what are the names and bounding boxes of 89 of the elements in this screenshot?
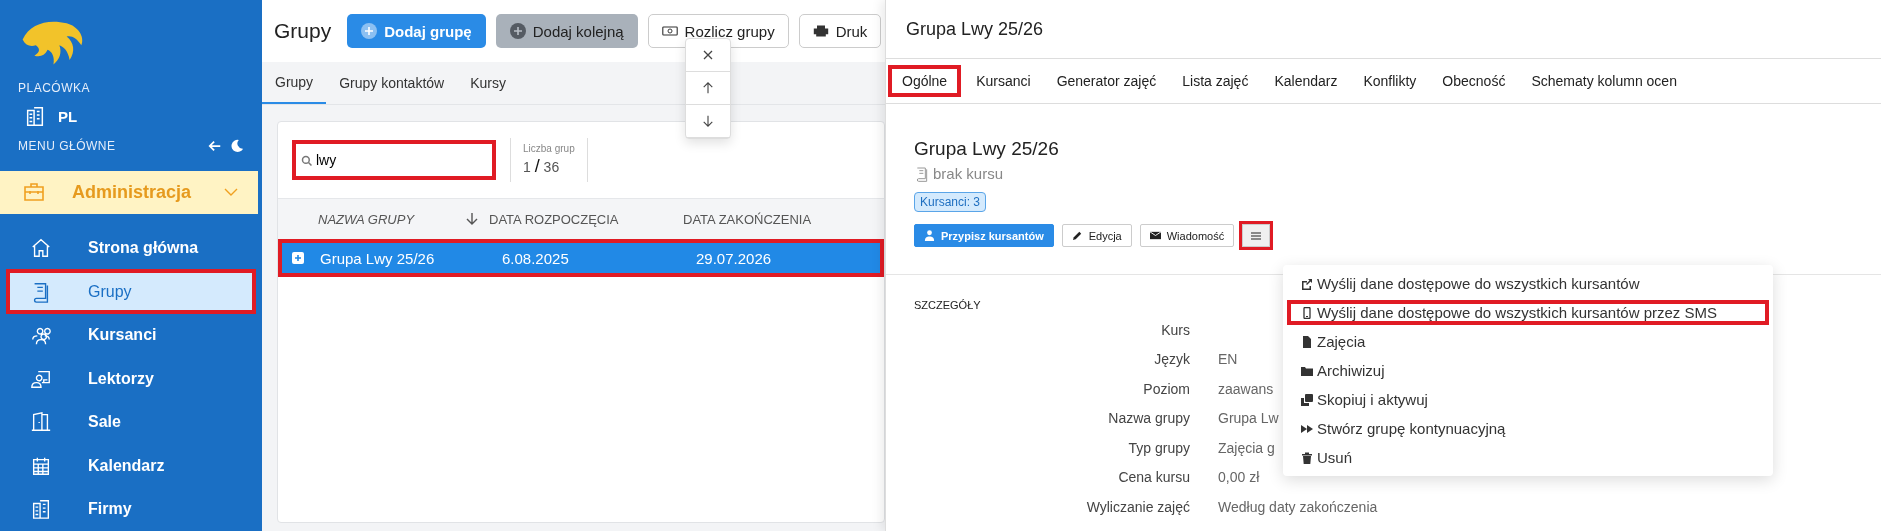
copy-icon [1301,393,1313,406]
building-icon [24,105,46,128]
action-button[interactable]: Dodaj grupę [347,14,486,48]
group-name: Grupa Lwy 25/26 [914,138,1059,160]
tab[interactable]: Grupy [262,62,327,104]
table-cell-text: Grupa Lwy 25/26 [320,249,436,267]
phone-icon [1301,306,1313,319]
table-cell-text: 6.08.2025 [502,249,570,267]
action-button[interactable]: Dodaj kolejną [495,14,638,48]
field-value: EN [1218,351,1238,368]
banknote-icon [661,23,678,39]
plus-icon [509,23,526,39]
menu-button[interactable] [1242,224,1271,247]
plus-icon [361,23,378,39]
tab[interactable]: Generator zajęć [1045,65,1168,97]
column-header[interactable]: NAZWA GRUPY [318,211,466,227]
sidebar-item[interactable]: Kursanci [10,316,252,354]
sidebar-item[interactable]: Firmy [10,490,252,529]
sidebar-item[interactable]: Kalendarz [10,446,252,485]
section-label: PLACÓWKA [18,81,91,96]
sort-arrow-icon[interactable] [466,212,478,226]
column-header[interactable]: DATA ZAKOŃCZENIA [683,211,812,227]
table-row[interactable]: Grupa Lwy 25/26 6.08.2025 29.07.2026 [278,239,884,277]
search-icon [301,155,313,167]
field-value: Zajęcia g [1218,439,1275,456]
field-label: Kurs [1160,321,1190,338]
sidebar-item[interactable]: Sale [10,403,252,441]
field-label: Cena kursu [1117,469,1190,486]
branch-name[interactable]: PL [58,107,78,125]
tab[interactable]: Ogólne [888,65,962,97]
field-value: Grupa Lw [1218,410,1279,427]
action-button[interactable]: Wiadomość [1139,224,1235,247]
sidebar-item[interactable]: Lektorzy [10,359,252,398]
tab[interactable]: Kursy [457,62,519,104]
menu-item[interactable]: Wyślij dane dostępowe do wszystkich kursantów przez SMS [1285,298,1771,327]
group-count: 1 / 36 [523,156,561,177]
tab[interactable]: Kursanci [965,65,1042,97]
field-value: 0,00 zł [1218,469,1260,486]
table-cell: 29.07.2026 [696,249,772,267]
envelope-icon [1149,230,1161,241]
tab[interactable]: Obecność [1431,65,1517,97]
expand-icon[interactable] [292,252,304,264]
tab[interactable]: Schematy kolumn ocen [1520,65,1688,97]
menu-item[interactable]: Usuń [1283,443,1773,472]
field-value: zaawans [1218,380,1274,397]
field-label: Typ grupy [1127,439,1190,456]
menu-item[interactable]: Zajęcia [1283,327,1773,356]
forward-icon [1301,422,1313,435]
user-icon [924,230,935,241]
building-icon [30,498,52,521]
book-icon [914,165,930,182]
column-header[interactable]: DATA ROZPOCZĘCIA [489,211,683,227]
file-icon [1301,335,1313,348]
menu-icon [1251,231,1262,240]
arrow-left-icon[interactable] [208,138,222,153]
page-title: Grupy [274,19,332,43]
door-icon [30,411,52,434]
house-icon [30,237,52,259]
pencil-icon [1071,230,1083,241]
field-label: Nazwa grupy [1107,410,1190,427]
action-button[interactable]: Rozlicz grupy [647,14,789,48]
menu-item[interactable]: Stwórz grupę kontynuacyjną [1283,414,1773,443]
moon-icon[interactable] [230,138,244,153]
action-button[interactable]: Edycja [1061,224,1132,247]
student-count-badge: Kursanci: 3 [914,192,987,212]
course-name: brak kursu [933,165,1004,182]
sidebar-item[interactable]: Strona główna [10,229,252,267]
panel-title: Grupa Lwy 25/26 [906,18,1044,40]
tab[interactable]: Konflikty [1352,65,1428,97]
tab[interactable]: Grupy kontaktów [326,62,458,104]
tab[interactable]: Kalendarz [1263,65,1349,97]
share-icon [1301,277,1313,290]
field-label: Poziom [1142,380,1190,397]
action-button[interactable]: Przypisz kursantów [914,224,1054,247]
section-label: MENU GŁÓWNE [18,138,117,153]
printer-icon [812,23,829,39]
field-value: Według daty zakończenia [1218,498,1378,515]
trash-icon [1301,451,1313,464]
field-label: Wyliczanie zajęć [1085,498,1190,515]
menu-item[interactable]: Wyślij dane dostępowe do wszystkich kursantów [1283,269,1773,298]
count-label: Liczba grup [523,143,575,154]
action-button[interactable]: Druk [798,14,882,48]
tab[interactable]: Lista zajęć [1171,65,1260,97]
search-field[interactable]: lwy [292,140,496,180]
menu-item[interactable]: Archiwizuj [1283,356,1773,385]
field-label: Język [1153,351,1190,368]
menu-item[interactable]: Skopiuj i aktywuj [1283,385,1773,414]
folder-icon [1301,364,1313,377]
section-heading: SZCZEGÓŁY [914,299,981,311]
